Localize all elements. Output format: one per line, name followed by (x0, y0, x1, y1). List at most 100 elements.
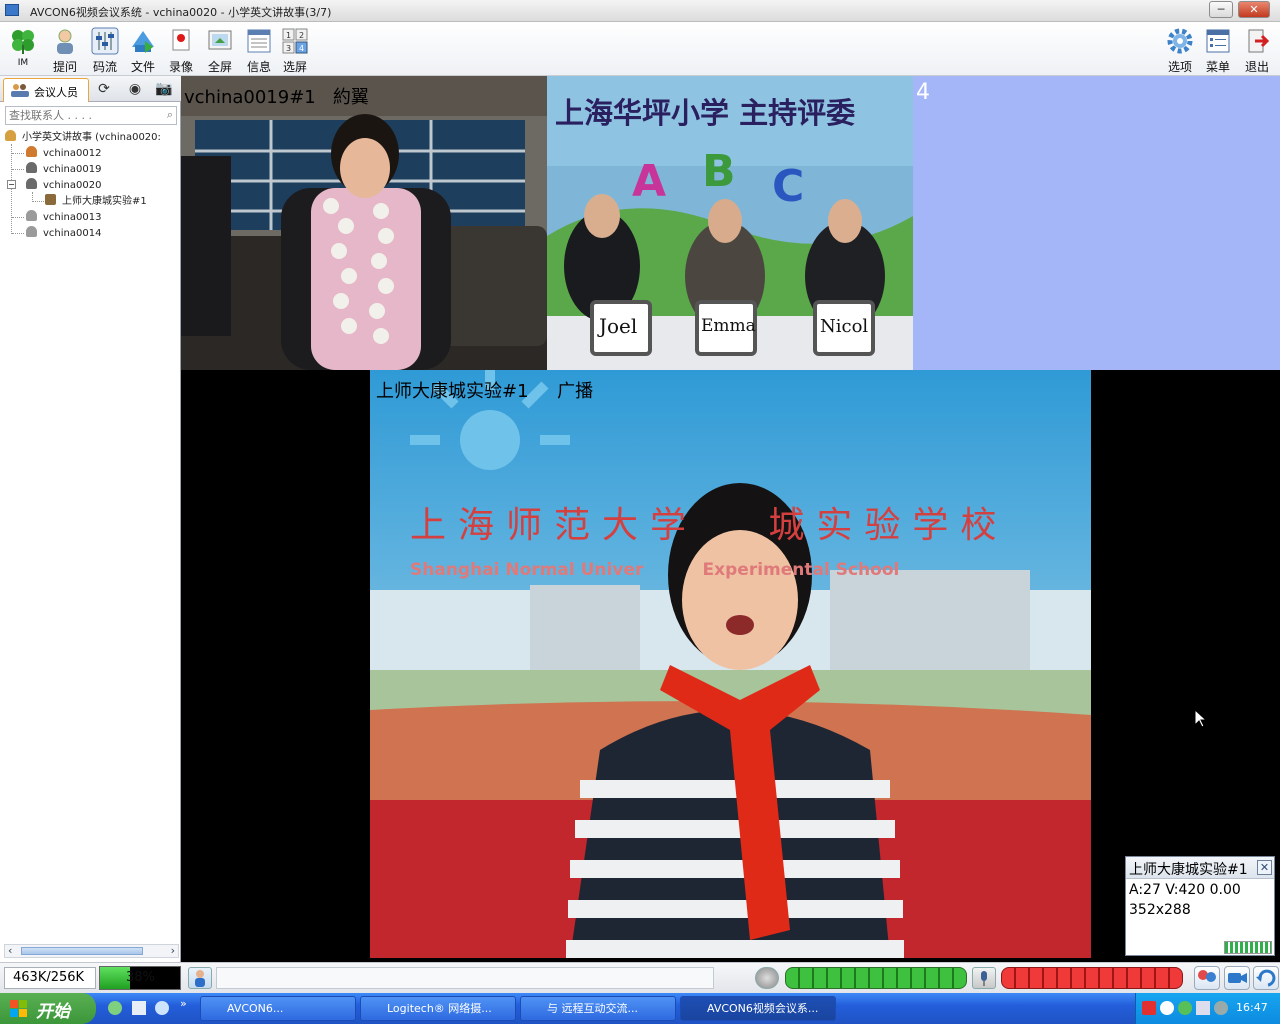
return-icon[interactable] (1253, 966, 1279, 990)
video-pane-2[interactable]: A B C Joel Emma Nicol 上海华坪小学 主持评委 (547, 76, 913, 370)
quicklaunch-browser-icon[interactable] (155, 1001, 169, 1015)
fullscreen-icon (208, 30, 232, 50)
sidebar: 会议人员 ⟳ ◉ 📷 ⌕ 小学英文讲故事 (vchina0020: vchina… (0, 76, 181, 962)
tree-subitem[interactable]: 上师大康城实验#1 (45, 194, 147, 209)
tree-item-vchina0014[interactable]: vchina0014 (26, 226, 101, 241)
task-logitech[interactable]: Logitech® 网络摄... (360, 996, 516, 1021)
tree-item-vchina0019[interactable]: vchina0019 (26, 162, 101, 177)
task-avcon-1[interactable]: AVCON6... (200, 996, 356, 1021)
main-video-area[interactable]: 上海师范大学 城实验学校 Shanghai Normal Univer Expe… (181, 370, 1280, 962)
quicklaunch-doc-icon[interactable] (132, 1001, 146, 1015)
bitrate-button[interactable]: 码流 (86, 25, 124, 74)
video-pane-3[interactable]: 4 (913, 76, 1280, 370)
start-button[interactable]: 开始 (0, 993, 96, 1024)
camera-icon[interactable]: 📷 (154, 80, 174, 98)
tree-root-label: 小学英文讲故事 (vchina0020: (22, 132, 161, 143)
sidebar-tabs: 会议人员 ⟳ ◉ 📷 (0, 76, 181, 102)
person-status-icon[interactable] (188, 967, 212, 989)
video-camera-icon[interactable] (1224, 966, 1250, 990)
tree-line (12, 153, 24, 154)
menu-button[interactable]: 菜单 (1199, 25, 1237, 74)
user-icon (26, 178, 37, 189)
video-1-label: vchina0019#1 約翼 (184, 83, 369, 109)
tab-members[interactable]: 会议人员 (3, 78, 89, 102)
nameplate-nicol: Nicol (820, 316, 869, 337)
fullscreen-button[interactable]: 全屏 (201, 25, 239, 74)
tray-s-icon[interactable] (1142, 1001, 1156, 1015)
conference-icon (5, 130, 16, 141)
collapse-toggle[interactable]: − (7, 180, 16, 189)
camera-lens-icon[interactable]: ◉ (125, 80, 145, 98)
gear-icon (1167, 28, 1193, 54)
tree-item-vchina0020[interactable]: vchina0020 (26, 178, 101, 193)
contact-search[interactable]: ⌕ (5, 106, 177, 125)
scroll-left-icon[interactable]: ‹ (8, 944, 12, 957)
scroll-right-icon[interactable]: › (171, 944, 175, 957)
popup-header: 上师大康城实验#1 ✕ (1126, 857, 1274, 879)
tree-line (12, 233, 24, 234)
tree-subitem-label: 上师大康城实验#1 (62, 196, 147, 207)
task-avcon-main[interactable]: AVCON6视频会议系... (680, 996, 836, 1021)
options-button[interactable]: 选项 (1161, 25, 1199, 74)
tree-item-label: vchina0013 (43, 212, 102, 223)
window-title: AVCON6视频会议系统 - vchina0020 - 小学英文讲故事(3/7) (30, 6, 332, 19)
minimize-button[interactable]: ─ (1209, 1, 1233, 18)
scroll-thumb[interactable] (21, 947, 143, 955)
ask-question-icon (57, 29, 73, 54)
select-screen-button[interactable]: 1234 选屏 (276, 25, 314, 74)
popup-line-2: 352x288 (1129, 902, 1191, 918)
tree-item-vchina0013[interactable]: vchina0013 (26, 210, 101, 225)
svg-text:A: A (632, 156, 666, 207)
tray-speaker-icon[interactable] (1196, 1001, 1210, 1015)
svg-text:3: 3 (286, 44, 291, 53)
quicklaunch-more-icon[interactable]: » (180, 997, 187, 1010)
search-icon[interactable]: ⌕ (167, 108, 173, 122)
speaker-volume-meter[interactable] (785, 967, 967, 989)
file-transfer-icon (132, 31, 154, 53)
status-message-field (216, 967, 714, 989)
video-1-name: 約翼 (332, 87, 369, 108)
horizontal-scrollbar[interactable]: ‹ › (4, 944, 179, 958)
status-bar: 463K/256K 38% (0, 962, 1280, 993)
popup-title: 上师大康城实验#1 (1129, 862, 1248, 878)
svg-text:C: C (772, 161, 804, 212)
tray-back-icon[interactable] (1160, 1001, 1174, 1015)
system-tray: 16:47 (1135, 993, 1280, 1024)
close-button[interactable]: ✕ (1238, 1, 1270, 18)
video-pane-1[interactable]: vchina0019#1 約翼 (181, 76, 547, 370)
nameplate-emma: Emma (701, 316, 756, 336)
start-label: 开始 (36, 1002, 70, 1022)
tree-line (12, 217, 24, 218)
school-banner-en: Shanghai Normal Univer Experimental Scho… (410, 560, 900, 580)
im-button[interactable]: IM (4, 25, 42, 73)
tree-item-vchina0012[interactable]: vchina0012 (26, 146, 101, 161)
tray-misc-icon[interactable] (1214, 1001, 1228, 1015)
ask-button[interactable]: 提问 (46, 25, 84, 74)
record-button[interactable]: 录像 (162, 25, 200, 74)
people-icon[interactable] (1194, 966, 1220, 990)
microphone-icon[interactable] (972, 967, 996, 989)
file-button[interactable]: 文件 (124, 25, 162, 74)
info-panel-icon (247, 29, 271, 53)
refresh-icon[interactable]: ⟳ (94, 80, 114, 98)
video-frame-1 (181, 76, 547, 370)
exit-button[interactable]: 退出 (1238, 25, 1276, 74)
microphone-volume-meter[interactable] (1001, 967, 1183, 989)
user-icon (26, 226, 37, 237)
record-icon (172, 29, 190, 51)
video-3-number: 4 (916, 80, 930, 105)
cpu-meter: 38% (99, 966, 181, 990)
tree-line (32, 201, 44, 202)
search-input[interactable] (6, 107, 156, 124)
speaker-icon[interactable] (755, 967, 779, 989)
quicklaunch-ie-icon[interactable] (108, 1001, 122, 1015)
info-button[interactable]: 信息 (240, 25, 278, 74)
popup-close-icon[interactable]: ✕ (1257, 860, 1272, 875)
task-remote[interactable]: 与 远程互动交流... (520, 996, 676, 1021)
taskbar: 开始 » AVCON6... Logitech® 网络摄... 与 远程互动交流… (0, 993, 1280, 1024)
school-banner-cn: 上海师范大学 城实验学校 (410, 505, 1009, 546)
tray-network-icon[interactable] (1178, 1001, 1192, 1015)
menu-icon (1206, 29, 1230, 53)
tree-root[interactable]: 小学英文讲故事 (vchina0020: (5, 130, 161, 145)
mouse-cursor-icon (1194, 708, 1208, 731)
